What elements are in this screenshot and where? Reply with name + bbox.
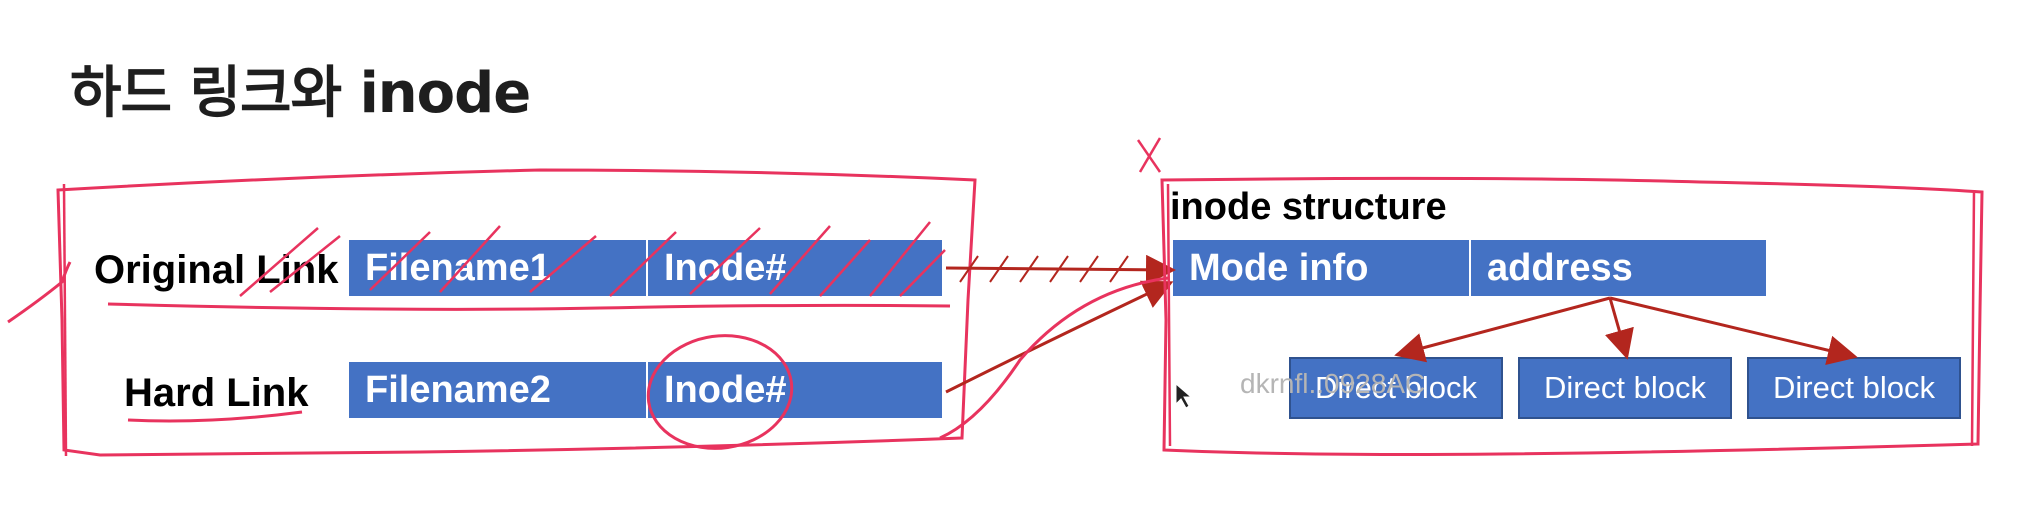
right-pink-box xyxy=(1160,176,1984,456)
right-pink-box-inner xyxy=(1166,183,1976,447)
address-to-block-3 xyxy=(1609,296,1858,365)
mouse-cursor-icon xyxy=(1175,382,1193,409)
original-row-underline xyxy=(107,302,951,311)
pink-curve-to-inode xyxy=(939,276,1169,440)
address-to-block-2 xyxy=(1604,297,1634,360)
hard-link-underline xyxy=(127,410,303,423)
cross-mark xyxy=(1136,137,1162,173)
address-to-block-1 xyxy=(1394,296,1611,363)
inode-circle xyxy=(646,334,794,450)
annotation-overlay xyxy=(7,137,1984,457)
original-row-hatching xyxy=(239,221,946,297)
hard-to-inode-arrow xyxy=(945,280,1174,394)
left-pink-box xyxy=(56,168,977,457)
